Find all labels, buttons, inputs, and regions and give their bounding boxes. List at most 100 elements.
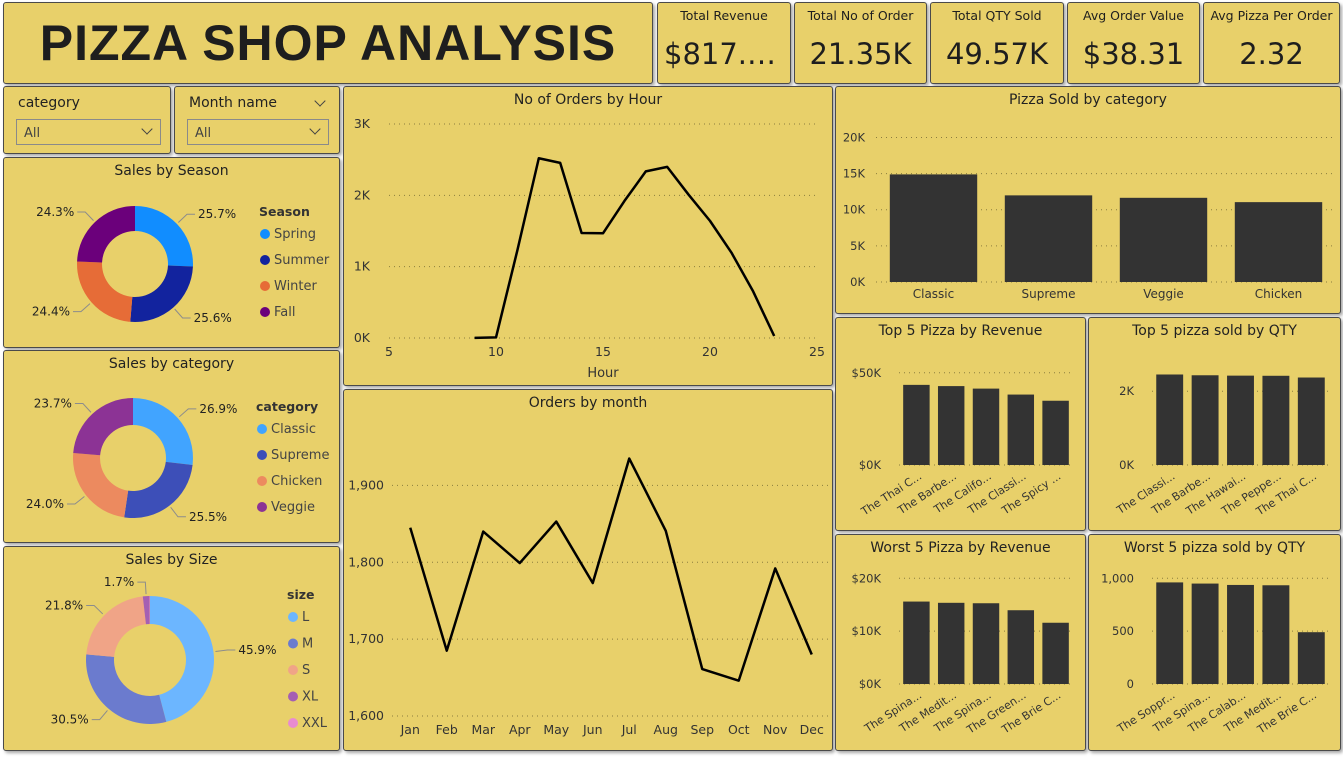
bar[interactable] [1262, 585, 1290, 684]
donut-slice-winter[interactable] [77, 261, 133, 322]
legend-item-summer[interactable]: Summer [274, 253, 330, 268]
legend-marker [288, 638, 298, 649]
month-slicer[interactable]: Month name All [174, 86, 340, 154]
bar[interactable] [1191, 375, 1219, 465]
y-tick-label: 15K [843, 167, 866, 181]
bar[interactable] [1227, 375, 1254, 465]
legend-item-m[interactable]: M [302, 637, 313, 652]
top-5-revenue-chart[interactable]: $0K$50KThe Thai C...The Barbe...The Cali… [836, 318, 1086, 531]
bar[interactable] [937, 602, 965, 684]
donut-slice-classic[interactable] [133, 398, 194, 466]
bar[interactable] [1262, 375, 1290, 465]
bar[interactable] [972, 388, 1000, 465]
kpi-card-avg-order-value[interactable]: Avg Order Value $38.31 [1067, 2, 1200, 84]
legend-item-veggie[interactable]: Veggie [271, 500, 315, 515]
y-tick-label: 0K [354, 330, 371, 345]
orders-by-hour-chart[interactable]: 0K 1K 2K 3K 5 10 15 20 25 Hour [344, 87, 833, 386]
bar[interactable] [937, 386, 965, 465]
bar[interactable] [889, 174, 978, 282]
series-line[interactable] [474, 156, 776, 340]
top-5-qty-chart[interactable]: 0K2KThe Classi...The Barbe...The Hawai..… [1089, 318, 1341, 531]
legend-title: Season [259, 204, 310, 219]
bar[interactable] [1119, 197, 1208, 282]
bar[interactable] [1042, 622, 1069, 684]
bar[interactable] [1042, 400, 1069, 465]
x-tick-label: 25 [809, 344, 825, 359]
worst-5-revenue-chart[interactable]: $0K$10K$20KThe Spina...The Medit...The S… [836, 535, 1086, 751]
legend-item-supreme[interactable]: Supreme [271, 448, 329, 463]
legend-item-fall[interactable]: Fall [274, 305, 295, 320]
legend-marker [288, 665, 298, 675]
bar[interactable] [1156, 582, 1184, 684]
bar[interactable] [1227, 584, 1254, 684]
chevron-down-icon[interactable] [314, 95, 326, 107]
legend-item-s[interactable]: S [302, 663, 310, 678]
pizza-sold-by-category-chart[interactable]: 0K 5K 10K 15K 20K Classic Supreme Veggie Chicken [836, 87, 1341, 314]
donut-slice-spring[interactable] [135, 206, 193, 267]
bar[interactable] [1004, 195, 1093, 282]
y-tick-label: 0K [850, 275, 865, 289]
donut-slice-s[interactable] [86, 596, 146, 657]
legend-marker [288, 718, 298, 728]
leader-line [91, 710, 108, 721]
legend-item-winter[interactable]: Winter [274, 279, 318, 294]
data-label: 45.9% [238, 643, 276, 657]
x-tick-label: Dec [800, 722, 824, 737]
x-tick-label: Feb [436, 722, 458, 737]
sales-by-season-chart[interactable]: 25.7% 25.6% 24.4% 24.3% Season Spring Summer Wi… [4, 158, 340, 348]
donut-slice-fall[interactable] [77, 206, 135, 263]
legend-item-spring[interactable]: Spring [274, 227, 316, 242]
legend-marker [288, 612, 298, 622]
bar[interactable] [1007, 610, 1035, 684]
y-tick-label: 1,800 [348, 554, 384, 569]
legend-item-classic[interactable]: Classic [271, 422, 316, 437]
donut-slice-supreme[interactable] [124, 461, 193, 518]
legend-item-chicken[interactable]: Chicken [271, 474, 322, 489]
bar[interactable] [1297, 377, 1325, 465]
sales-by-size-chart[interactable]: 45.9% 30.5% 21.8% 1.7% size LMS XL XXL [4, 547, 340, 751]
leader-line [174, 308, 191, 319]
y-tick-label: 0 [1127, 677, 1134, 691]
legend-item-l[interactable]: L [302, 610, 310, 625]
legend-item-xxl[interactable]: XXL [302, 716, 328, 731]
y-tick-label: $0K [859, 458, 882, 472]
data-label: 23.7% [34, 397, 72, 411]
kpi-card-total-revenue[interactable]: Total Revenue $817.8... [657, 2, 791, 84]
kpi-card-total-qty[interactable]: Total QTY Sold 49.57K [930, 2, 1064, 84]
x-tick-label: 20 [702, 344, 718, 359]
bar[interactable] [1234, 202, 1323, 282]
category-slicer[interactable]: category All [3, 86, 171, 154]
orders-by-month-chart[interactable]: 1,600 1,700 1,800 1,900 Jan Feb Mar Apr May Jun Ju… [344, 390, 833, 751]
donut-slice-chicken[interactable] [72, 453, 129, 518]
x-tick-label: Jul [621, 722, 637, 737]
kpi-card-total-orders[interactable]: Total No of Order 21.35K [794, 2, 927, 84]
legend-item-xl[interactable]: XL [302, 690, 319, 705]
donut-slice-m[interactable] [86, 654, 167, 724]
donut-slice-summer[interactable] [130, 265, 193, 322]
legend-marker [257, 476, 267, 486]
donut-slice-veggie[interactable] [73, 398, 133, 456]
kpi-card-avg-pizza-per-order[interactable]: Avg Pizza Per Order 2.32 [1203, 2, 1340, 84]
sales-by-category-chart[interactable]: 26.9% 25.5% 24.0% 23.7% category Classic Supre… [4, 351, 340, 543]
worst-5-qty-chart[interactable]: 05001,000The Soppr...The Spina...The Cal… [1089, 535, 1341, 751]
y-tick-label: $20K [852, 571, 882, 585]
data-label: 25.7% [198, 207, 236, 221]
bar[interactable] [1007, 394, 1035, 465]
kpi-value: 49.57K [945, 37, 1049, 71]
category-dropdown[interactable]: All [16, 119, 161, 145]
bar[interactable] [1191, 583, 1219, 684]
series-line[interactable] [409, 457, 813, 682]
data-label: 25.6% [194, 311, 232, 325]
x-tick-label: Apr [509, 722, 531, 737]
bar[interactable] [1156, 374, 1184, 465]
bar[interactable] [903, 601, 930, 684]
legend-marker [257, 502, 267, 512]
bar[interactable] [1297, 632, 1325, 684]
y-tick-label: 1K [354, 259, 371, 274]
bar[interactable] [903, 384, 930, 465]
leader-line [66, 496, 85, 505]
x-tick-label: Chicken [1255, 287, 1302, 301]
month-dropdown[interactable]: All [187, 119, 329, 145]
y-tick-label: $10K [852, 624, 882, 638]
bar[interactable] [972, 603, 1000, 684]
